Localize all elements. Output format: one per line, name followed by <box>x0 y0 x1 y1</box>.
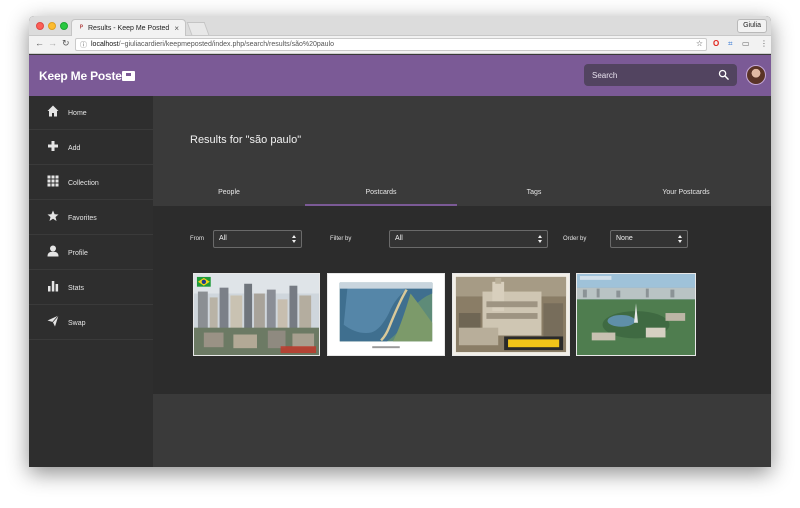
page-title: Results for "são paulo" <box>190 134 302 146</box>
url-text[interactable]: localhost/~giuliacardieri/keepmeposted/i… <box>91 41 334 48</box>
send-icon <box>47 315 59 327</box>
minimize-window-button[interactable] <box>48 22 56 30</box>
grid-icon <box>47 175 59 187</box>
star-icon <box>47 210 59 221</box>
main-content: Results for "são paulo" People Postcards… <box>153 96 771 467</box>
sidebar-item-home[interactable]: Home <box>29 96 153 130</box>
tab-people[interactable]: People <box>153 187 305 206</box>
postcard-thumbnail[interactable] <box>327 273 445 356</box>
sidebar-item-favorites[interactable]: Favorites <box>29 201 153 235</box>
order-by-label: Order by <box>563 236 587 242</box>
tab-strip: ᴾ Results - Keep Me Posted × Giulia <box>29 16 771 36</box>
postcard-thumbnail[interactable] <box>193 273 320 356</box>
select-arrows-icon <box>292 235 296 244</box>
address-bar[interactable]: ⓘ localhost/~giuliacardieri/keepmeposted… <box>75 38 707 51</box>
search-input[interactable] <box>584 64 714 86</box>
sidebar-item-label: Profile <box>68 250 88 257</box>
plus-icon <box>48 141 58 151</box>
url-path: /~giuliacardieri/keepmeposted/index.php/… <box>118 41 335 48</box>
order-by-select[interactable]: None <box>610 230 688 248</box>
sidebar-item-profile[interactable]: Profile <box>29 236 153 270</box>
search-icon[interactable] <box>718 69 729 80</box>
filter-by-label: Filter by <box>330 236 352 242</box>
sidebar-item-label: Favorites <box>68 215 97 222</box>
opera-extension-icon[interactable]: O <box>713 39 719 49</box>
result-tabs: People Postcards Tags Your Postcards <box>153 187 771 206</box>
close-tab-icon[interactable]: × <box>174 24 179 33</box>
postcard-thumbnail[interactable] <box>576 273 696 356</box>
close-window-button[interactable] <box>36 22 44 30</box>
reload-icon[interactable]: ↻ <box>62 38 70 49</box>
extension-icon[interactable]: ⌗ <box>728 39 733 49</box>
filter-by-select[interactable]: All <box>389 230 548 248</box>
sidebar-item-label: Stats <box>68 285 84 292</box>
from-label: From <box>190 236 204 242</box>
bar-chart-icon <box>48 281 59 292</box>
sidebar-item-label: Collection <box>68 180 99 187</box>
browser-window: ᴾ Results - Keep Me Posted × Giulia ← → … <box>29 16 771 467</box>
bookmark-star-icon[interactable]: ☆ <box>696 39 703 48</box>
maximize-window-button[interactable] <box>60 22 68 30</box>
search-box <box>584 64 737 86</box>
sidebar-item-add[interactable]: Add <box>29 131 153 165</box>
filter-by-select-value: All <box>395 235 403 242</box>
sidebar-item-stats[interactable]: Stats <box>29 271 153 305</box>
home-icon <box>47 105 59 117</box>
station-aerial-image <box>453 274 569 355</box>
profile-button[interactable]: Giulia <box>737 19 767 33</box>
new-tab-button[interactable] <box>186 22 210 35</box>
tab-your-postcards[interactable]: Your Postcards <box>610 187 762 206</box>
browser-toolbar: ← → ↻ ⓘ localhost/~giuliacardieri/keepme… <box>29 36 771 54</box>
tab-postcards[interactable]: Postcards <box>305 187 457 206</box>
park-aerial-image <box>577 274 695 355</box>
browser-menu-icon[interactable]: ⋮ <box>760 39 768 49</box>
select-arrows-icon <box>538 235 542 244</box>
order-by-select-value: None <box>616 235 633 242</box>
postcards-panel: From All Filter by All Order by None <box>153 206 771 394</box>
postcard-thumbnail[interactable] <box>452 273 570 356</box>
app-header: Keep Me Posted <box>29 55 771 96</box>
city-skyline-image <box>194 274 319 355</box>
forward-arrow-icon[interactable]: → <box>48 38 57 48</box>
tab-tags[interactable]: Tags <box>458 187 610 206</box>
sidebar-item-label: Add <box>68 145 81 152</box>
back-arrow-icon[interactable]: ← <box>35 38 44 48</box>
from-select-value: All <box>219 235 227 242</box>
sidebar-item-label: Home <box>68 110 87 117</box>
sidebar-item-swap[interactable]: Swap <box>29 306 153 340</box>
tab-title: Results - Keep Me Posted <box>88 25 170 32</box>
browser-tab[interactable]: ᴾ Results - Keep Me Posted × <box>71 19 186 36</box>
cast-icon[interactable]: ▭ <box>742 39 750 49</box>
avatar[interactable] <box>746 65 766 85</box>
sidebar-item-collection[interactable]: Collection <box>29 166 153 200</box>
select-arrows-icon <box>678 235 682 244</box>
brand-logo-text[interactable]: Keep Me Posted <box>39 69 129 83</box>
user-icon <box>47 245 59 257</box>
favicon-icon: ᴾ <box>80 25 83 32</box>
url-host: localhost <box>91 41 119 48</box>
from-select[interactable]: All <box>213 230 302 248</box>
info-icon[interactable]: ⓘ <box>80 40 87 50</box>
sidebar: Home Add Collection Favorites Profile St… <box>29 96 153 467</box>
sidebar-item-label: Swap <box>68 320 86 327</box>
postcard-logo-icon <box>122 71 135 81</box>
coastal-bay-image <box>328 274 444 355</box>
